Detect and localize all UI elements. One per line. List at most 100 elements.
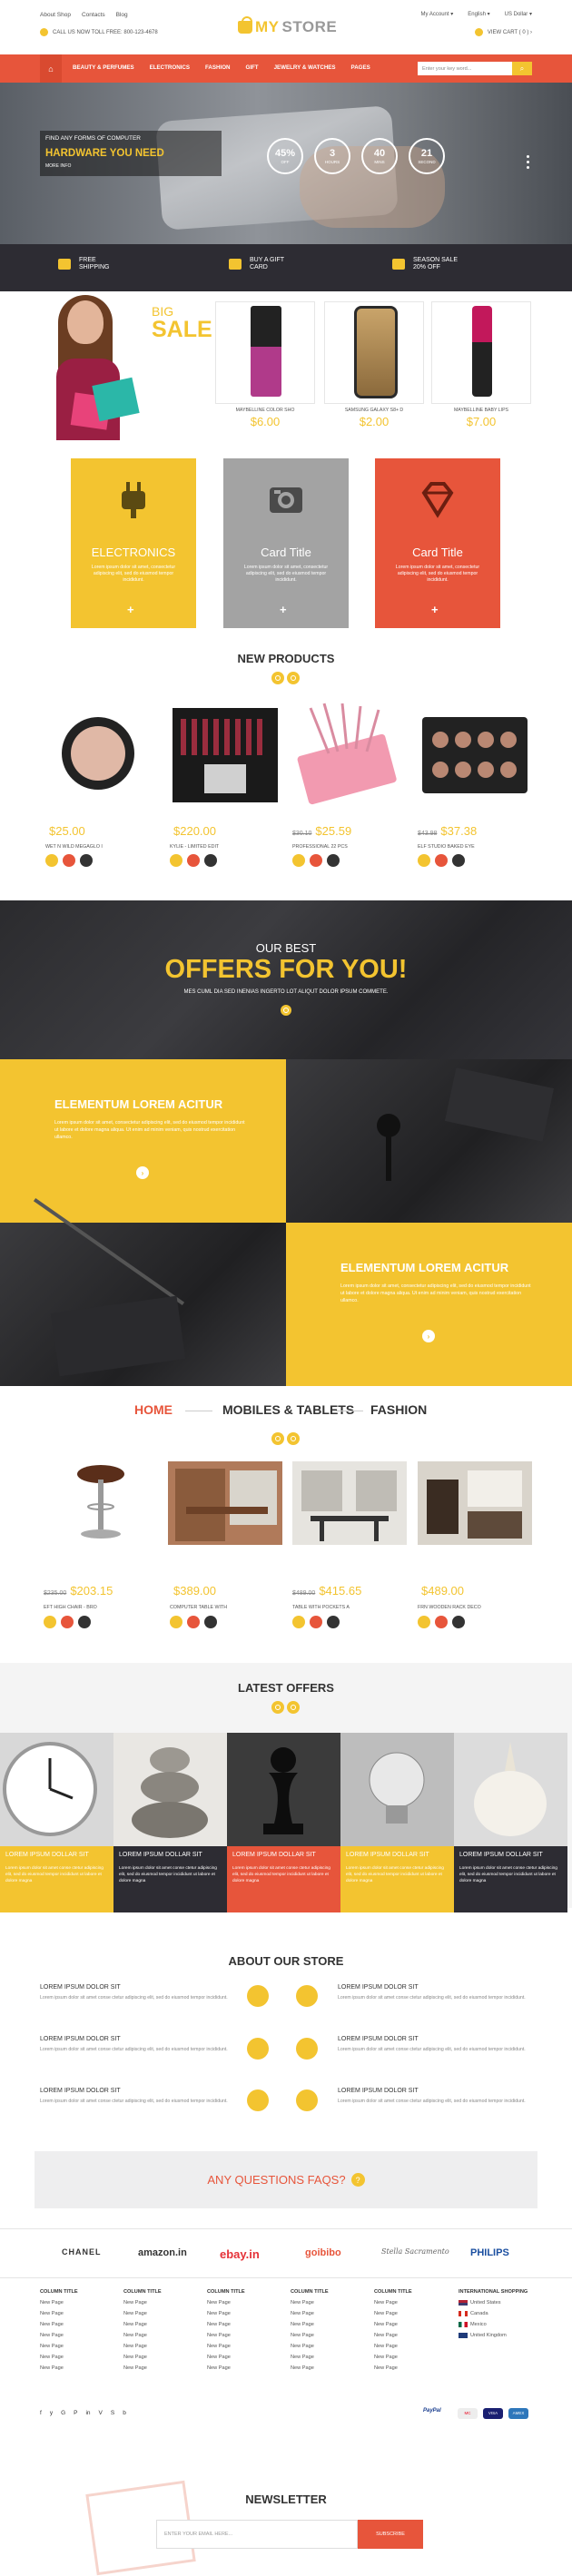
product-name[interactable]: EFT HIGH CHAIR - BRO bbox=[44, 1605, 97, 1610]
search-input[interactable]: Enter your key word... ⌕ bbox=[418, 62, 532, 75]
compare-icon[interactable] bbox=[327, 1616, 340, 1628]
skype-icon[interactable]: S bbox=[111, 2410, 114, 2416]
product-image[interactable] bbox=[168, 1461, 282, 1545]
blogger-icon[interactable]: b bbox=[123, 2410, 126, 2416]
product-image[interactable] bbox=[418, 1461, 532, 1545]
product-name[interactable]: COMPUTER TABLE WITH bbox=[170, 1605, 227, 1610]
cart-icon[interactable] bbox=[45, 854, 58, 867]
home-icon[interactable]: ⌂ bbox=[40, 54, 62, 83]
heart-icon[interactable] bbox=[310, 1616, 322, 1628]
category-card-camera[interactable]: Card Title Lorem ipsum dolor sit amet, c… bbox=[223, 458, 349, 628]
product-image[interactable] bbox=[44, 1461, 158, 1545]
view-cart[interactable]: VIEW CART ( 0 ) › bbox=[474, 28, 532, 36]
cart-icon[interactable] bbox=[292, 1616, 305, 1628]
tab-mobiles[interactable]: MOBILES & TABLETS bbox=[222, 1402, 354, 1417]
category-card-electronics[interactable]: ELECTRONICS Lorem ipsum dolor sit amet, … bbox=[71, 458, 196, 628]
contacts-link[interactable]: Contacts bbox=[82, 12, 105, 18]
subscribe-button[interactable]: SUBSCRIBE bbox=[358, 2520, 423, 2549]
facebook-icon[interactable]: f bbox=[40, 2410, 42, 2416]
offer-card[interactable]: LOREM IPSUM DOLLAR SIT Lorem ipsum dolor … bbox=[340, 1733, 454, 1912]
category-card-jewelry[interactable]: Card Title Lorem ipsum dolor sit amet, c… bbox=[375, 458, 500, 628]
currency-dropdown[interactable]: US Dollar ▾ bbox=[505, 11, 532, 17]
carousel-nav[interactable] bbox=[271, 1701, 300, 1714]
product-name[interactable]: KYLIE - LIMITED EDIT bbox=[170, 844, 219, 850]
heart-icon[interactable] bbox=[187, 854, 200, 867]
compare-icon[interactable] bbox=[327, 854, 340, 867]
brand-logo-amazon[interactable]: amazon.in bbox=[138, 2247, 187, 2258]
plus-icon[interactable]: + bbox=[280, 603, 287, 616]
product-name[interactable]: PROFESSIONAL 22 PCS bbox=[292, 844, 348, 850]
blog-link[interactable]: Blog bbox=[116, 12, 128, 18]
product-card[interactable] bbox=[324, 301, 424, 404]
nav-item-gift[interactable]: GIFT bbox=[246, 64, 259, 71]
brand-logo-chanel[interactable]: CHANEL bbox=[62, 2247, 102, 2256]
newsletter-email-input[interactable]: ENTER YOUR EMAIL HERE... bbox=[156, 2520, 358, 2549]
brand-logo-ebay[interactable]: ebay.in bbox=[220, 2247, 260, 2261]
slider-dots[interactable] bbox=[527, 155, 530, 172]
arrow-right-icon[interactable]: › bbox=[422, 1330, 435, 1342]
pinterest-icon[interactable]: P bbox=[74, 2410, 77, 2416]
my-account-dropdown[interactable]: My Account ▾ bbox=[421, 11, 454, 17]
heart-icon[interactable] bbox=[63, 854, 75, 867]
nav-item-beauty[interactable]: BEAUTY & PERFUMES bbox=[73, 64, 134, 71]
offer-card[interactable]: LOREM IPSUM DOLLAR SIT Lorem ipsum dolor … bbox=[113, 1733, 227, 1912]
compare-icon[interactable] bbox=[452, 854, 465, 867]
brand-logo-stella[interactable]: Stella Sacramento bbox=[381, 2247, 449, 2256]
offer-card[interactable]: LOREM IPSUM DOLLAR SIT Lorem ipsum dolor … bbox=[227, 1733, 340, 1912]
product-name[interactable]: MAYBELLINE BABY LIPS bbox=[431, 408, 531, 413]
cart-icon[interactable] bbox=[418, 854, 430, 867]
product-image[interactable] bbox=[292, 699, 407, 810]
product-card[interactable] bbox=[215, 301, 315, 404]
hero-more-info-link[interactable]: MORE INFO bbox=[45, 163, 216, 169]
brand-logo-philips[interactable]: PHILIPS bbox=[470, 2247, 509, 2258]
nav-item-fashion[interactable]: FASHION bbox=[205, 64, 231, 71]
tab-home[interactable]: HOME bbox=[134, 1402, 173, 1417]
heart-icon[interactable] bbox=[187, 1616, 200, 1628]
about-shop-link[interactable]: About Shop bbox=[40, 12, 71, 18]
product-name[interactable]: TABLE WITH POCKETS A bbox=[292, 1605, 350, 1610]
heart-icon[interactable] bbox=[435, 854, 448, 867]
vimeo-icon[interactable]: V bbox=[99, 2410, 103, 2416]
product-name[interactable]: SAMSUNG GALAXY S8+ D bbox=[324, 408, 424, 413]
brand-logo-goibibo[interactable]: goibibo bbox=[305, 2247, 341, 2258]
store-logo[interactable]: MY STORE bbox=[238, 16, 337, 36]
cart-icon[interactable] bbox=[292, 854, 305, 867]
compare-icon[interactable] bbox=[204, 854, 217, 867]
google-plus-icon[interactable]: G bbox=[61, 2410, 65, 2416]
nav-item-jewelry[interactable]: JEWELRY & WATCHES bbox=[274, 64, 336, 71]
compare-icon[interactable] bbox=[452, 1616, 465, 1628]
compare-icon[interactable] bbox=[78, 1616, 91, 1628]
offer-card[interactable]: LOREM IPSUM DOLLAR SIT Lorem ipsum dolor … bbox=[454, 1733, 567, 1912]
plus-icon[interactable]: + bbox=[127, 603, 134, 616]
cart-icon[interactable] bbox=[170, 1616, 182, 1628]
product-name[interactable]: MAYBELLINE COLOR SHO bbox=[215, 408, 315, 413]
arrow-right-icon[interactable]: › bbox=[136, 1166, 149, 1179]
offers-arrow[interactable] bbox=[281, 1005, 291, 1016]
heart-icon[interactable] bbox=[310, 854, 322, 867]
product-name[interactable]: ELF STUDIO BAKED EYE bbox=[418, 844, 475, 850]
offer-card[interactable]: LOREM IPSUM DOLLAR SIT Lorem ipsum dolor … bbox=[0, 1733, 113, 1912]
compare-icon[interactable] bbox=[204, 1616, 217, 1628]
language-dropdown[interactable]: English ▾ bbox=[468, 11, 489, 17]
faq-banner[interactable]: ANY QUESTIONS FAQS? ? bbox=[35, 2151, 537, 2208]
heart-icon[interactable] bbox=[61, 1616, 74, 1628]
carousel-nav[interactable] bbox=[271, 672, 300, 684]
compare-icon[interactable] bbox=[80, 854, 93, 867]
tab-fashion[interactable]: FASHION bbox=[370, 1402, 427, 1417]
product-name[interactable]: FRN WOODEN RACK DECO bbox=[418, 1605, 481, 1610]
cart-icon[interactable] bbox=[44, 1616, 56, 1628]
plus-icon[interactable]: + bbox=[431, 603, 439, 616]
product-image[interactable] bbox=[168, 699, 282, 810]
product-image[interactable] bbox=[44, 699, 158, 810]
twitter-icon[interactable]: y bbox=[50, 2410, 53, 2416]
product-card[interactable] bbox=[431, 301, 531, 404]
cart-icon[interactable] bbox=[170, 854, 182, 867]
search-button[interactable]: ⌕ bbox=[512, 62, 532, 75]
nav-item-pages[interactable]: PAGES bbox=[351, 64, 370, 71]
linkedin-icon[interactable]: in bbox=[85, 2410, 90, 2416]
heart-icon[interactable] bbox=[435, 1616, 448, 1628]
cart-icon[interactable] bbox=[418, 1616, 430, 1628]
nav-item-electronics[interactable]: ELECTRONICS bbox=[150, 64, 190, 71]
product-image[interactable] bbox=[418, 699, 532, 810]
carousel-nav[interactable] bbox=[271, 1432, 300, 1445]
